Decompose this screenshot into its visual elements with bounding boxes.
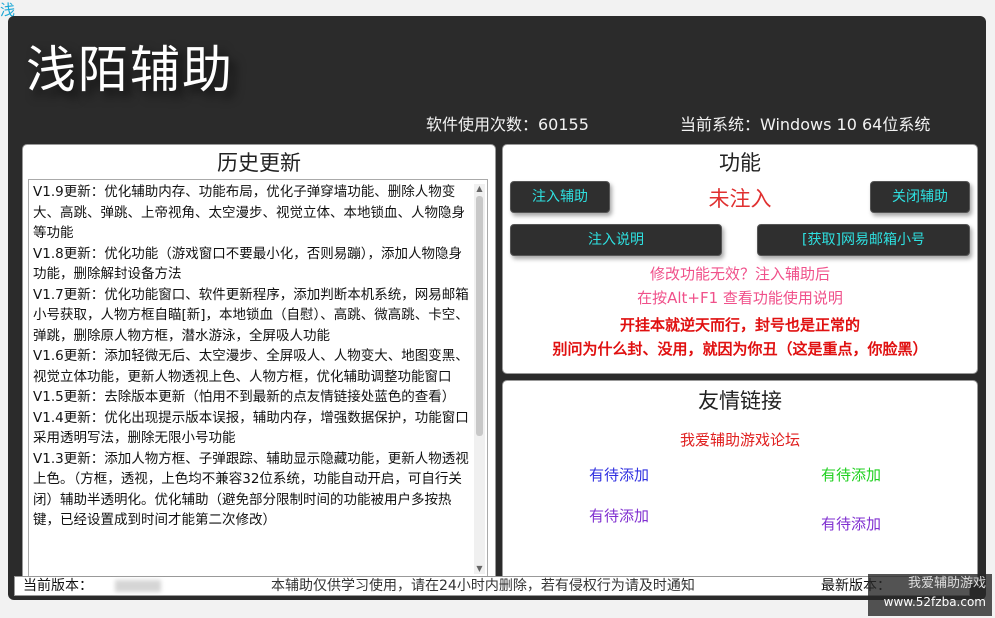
- current-version-value: [115, 580, 161, 592]
- history-panel: 历史更新 V1.9更新：优化辅助内存、功能布局，优化子弹穿墙功能、删除人物变大、…: [22, 144, 496, 587]
- app-title: 浅陌辅助: [26, 41, 234, 99]
- warning-line-2: 别问为什么封、没用，就因为你丑（这是重点，你脸黑）: [552, 340, 928, 358]
- header: 浅陌辅助 软件使用次数：60155 当前系统：Windows 10 64位系统: [8, 16, 986, 142]
- friend-link-2[interactable]: 有待添加: [821, 465, 881, 485]
- history-scrollbar[interactable]: ▲ ▼: [474, 184, 485, 574]
- scroll-down-icon[interactable]: ▼: [474, 564, 485, 574]
- disclaimer-text: 本辅助仅供学习使用，请在24小时内删除，若有侵权行为请及时通知: [271, 578, 695, 594]
- scroll-thumb[interactable]: [476, 196, 483, 436]
- hint-line-1: 修改功能无效？注入辅助后: [649, 265, 830, 283]
- watermark-top: 我爱辅助游戏: [907, 576, 986, 591]
- current-version-label: 当前版本：: [23, 578, 93, 594]
- inject-help-button[interactable]: 注入说明: [510, 224, 722, 256]
- history-textbox[interactable]: V1.9更新：优化辅助内存、功能布局，优化子弹穿墙功能、删除人物变大、高跳、弹跳…: [28, 179, 488, 579]
- function-title: 功能: [719, 151, 761, 175]
- history-entry: V1.5更新：去除版本更新（怕用不到最新的点友情链接处蓝色的查看）: [33, 389, 456, 405]
- history-entry: V1.4更新：优化出现提示版本误报，辅助内存，增强数据保护，功能窗口采用透明写法…: [33, 409, 469, 447]
- get-mail-account-button[interactable]: [获取]网易邮箱小号: [757, 224, 970, 256]
- links-title: 友情链接: [698, 389, 782, 413]
- watermark: 我爱辅助游戏 www.52fzba.com: [868, 574, 992, 616]
- forum-link[interactable]: 我爱辅助游戏论坛: [503, 430, 977, 450]
- watermark-url: www.52fzba.com: [883, 595, 986, 609]
- close-button[interactable]: 关闭辅助: [870, 181, 970, 213]
- hint-line-2: 在按Alt+F1 查看功能使用说明: [637, 289, 843, 307]
- friend-link-1[interactable]: 有待添加: [589, 465, 649, 485]
- history-title: 历史更新: [217, 151, 301, 175]
- history-entry: V1.7更新：优化功能窗口、软件更新程序，添加判断本机系统，网易邮箱小号获取，人…: [33, 286, 469, 344]
- function-panel: 功能 注入辅助 未注入 关闭辅助 注入说明 [获取]网易邮箱小号 修改功能无效？…: [502, 144, 978, 374]
- history-entry: V1.8更新：优化功能（游戏窗口不要最小化，否则易蹦），添加人物隐身功能，删除解…: [33, 245, 462, 283]
- status-bar: 当前版本： 本辅助仅供学习使用，请在24小时内删除，若有侵权行为请及时通知 最新…: [14, 576, 970, 596]
- usage-count: 软件使用次数：60155: [426, 115, 589, 134]
- system-info: 当前系统：Windows 10 64位系统: [680, 115, 931, 134]
- friend-link-4[interactable]: 有待添加: [821, 514, 881, 534]
- history-entry: V1.6更新：添加轻微无后、太空漫步、全屏吸人、人物变大、地图变黑、视觉立体功能…: [33, 348, 469, 385]
- main-window: 浅陌辅助 软件使用次数：60155 当前系统：Windows 10 64位系统 …: [8, 16, 986, 600]
- history-entry: V1.3更新：添加人物方框、子弹跟踪、辅助显示隐藏功能，更新人物透视上色。（方框…: [33, 450, 469, 529]
- links-panel: 友情链接 我爱辅助游戏论坛 有待添加 有待添加 有待添加 有待添加: [502, 380, 978, 584]
- friend-link-3[interactable]: 有待添加: [589, 506, 649, 526]
- warning-line-1: 开挂本就逆天而行，封号也是正常的: [619, 316, 860, 334]
- scroll-up-icon[interactable]: ▲: [474, 184, 485, 194]
- history-entry: V1.9更新：优化辅助内存、功能布局，优化子弹穿墙功能、删除人物变大、高跳、弹跳…: [33, 184, 465, 241]
- history-text: V1.9更新：优化辅助内存、功能布局，优化子弹穿墙功能、删除人物变大、高跳、弹跳…: [33, 182, 469, 531]
